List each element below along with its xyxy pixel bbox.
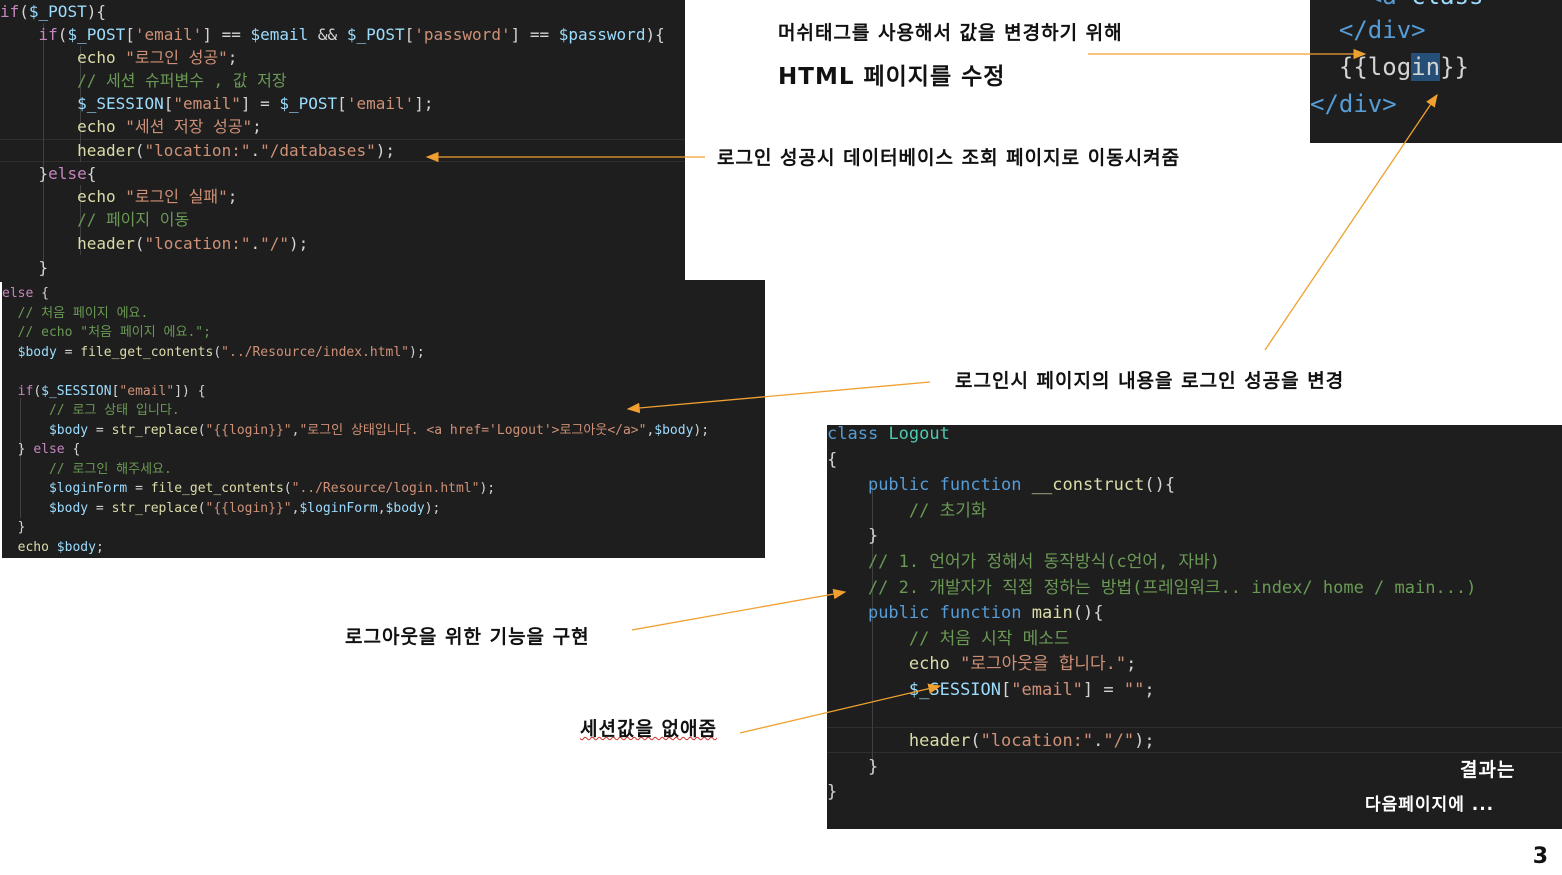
arrow-to-login-placeholder (1264, 93, 1438, 351)
arrow-to-session-clear (739, 683, 942, 734)
annotation-arrows (425, 48, 1438, 734)
arrow-to-str-replace (626, 381, 931, 414)
arrow-to-logout-main (631, 588, 847, 631)
